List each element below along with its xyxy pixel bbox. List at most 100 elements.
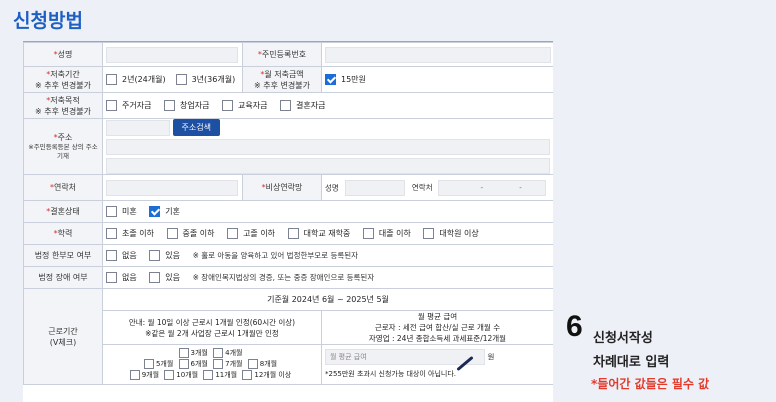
- checkbox[interactable]: [106, 74, 117, 85]
- disability-yes[interactable]: 있음: [149, 272, 180, 283]
- checkbox[interactable]: [164, 100, 175, 111]
- marital-married[interactable]: 기혼: [149, 206, 180, 217]
- savings-purpose-label: *저축목적 ※ 추후 변경불가: [23, 92, 103, 119]
- savings-period-3y[interactable]: 3년(36개월): [175, 74, 235, 85]
- checkbox[interactable]: [106, 228, 117, 239]
- single-parent-label: 법정 한부모 여부: [23, 244, 103, 267]
- avg-salary-note: *255만원 초과시 신청가능 대상이 아닙니다.: [325, 370, 457, 378]
- disability-note: ※ 장애인복지법상의 경증, 또는 중증 장애인으로 등록된자: [192, 273, 375, 282]
- emergency-name-input[interactable]: [345, 179, 406, 196]
- month-12plus-checkbox[interactable]: [242, 370, 253, 380]
- contact-input[interactable]: [106, 179, 238, 196]
- step-description: 차례대로 입력: [593, 355, 670, 370]
- name-label: *성명: [23, 42, 103, 67]
- edu-university-enrolled[interactable]: 대학교 재학중: [287, 228, 350, 239]
- edu-high[interactable]: 고졸 이하: [227, 228, 275, 239]
- row-single-parent: 법정 한부모 여부 없음 있음 ※ 홀로 아동을 양육하고 있어 법정한부모로 …: [23, 244, 553, 267]
- checkbox[interactable]: [222, 100, 233, 111]
- step-number: 6: [566, 310, 583, 343]
- emergency-name-label: 성명: [325, 183, 339, 192]
- work-period-label: 근로기간 (V체크): [23, 288, 103, 385]
- marital-single[interactable]: 미혼: [106, 206, 137, 217]
- checkbox[interactable]: [362, 228, 374, 239]
- purpose-education[interactable]: 교육자금: [222, 100, 267, 111]
- month-3-checkbox[interactable]: [178, 348, 189, 358]
- row-savings-purpose: *저축목적 ※ 추후 변경불가 주거자금 창업자금 교육자금 결혼자금: [23, 92, 553, 119]
- avg-salary-unit: 원: [487, 352, 495, 362]
- checkbox[interactable]: [106, 100, 117, 111]
- marital-label: *결혼상태: [23, 200, 103, 223]
- checkbox[interactable]: [175, 74, 187, 85]
- row-savings-period: *저축기간 ※ 추후 변경불가 2년(24개월) 3년(36개월) *월 저축금액…: [23, 66, 553, 93]
- checkbox-checked[interactable]: [325, 74, 336, 85]
- work-months-options: 3개월 4개월 5개월 6개월 7개월 8개월 9개월 10개월 11개월 12…: [102, 344, 322, 385]
- checkbox-checked[interactable]: [149, 206, 161, 217]
- name-input[interactable]: [106, 46, 238, 63]
- rrn-label: *주민등록번호: [242, 42, 322, 67]
- row-marital: *결혼상태 미혼 기혼: [23, 200, 553, 223]
- edu-middle[interactable]: 중졸 이하: [166, 228, 215, 239]
- purpose-housing[interactable]: 주거자금: [106, 100, 151, 111]
- emergency-phone-label: 연락처: [411, 183, 433, 192]
- education-label: *학력: [23, 222, 103, 245]
- address-label: *주소 ※주민등록등본 상의 주소 기재: [23, 118, 103, 175]
- work-period-guide: 안내: 월 10일 이상 근로시 1개월 인정(60시간 이상) ※같은 월 2…: [102, 310, 322, 345]
- checkbox[interactable]: [280, 100, 291, 111]
- row-work-guide: 안내: 월 10일 이상 근로시 1개월 인정(60시간 이상) ※같은 월 2…: [24, 310, 553, 345]
- monthly-amount-15[interactable]: 15만원: [325, 74, 366, 85]
- row-education: *학력 초졸 이하 중졸 이하 고졸 이하 대학교 재학중 대졸 이하 대학원 …: [23, 222, 553, 245]
- row-name: *성명 *주민등록번호: [23, 42, 553, 67]
- emergency-contact-label: *비상연락망: [242, 174, 322, 201]
- month-10-checkbox[interactable]: [164, 370, 175, 380]
- disability-no[interactable]: 없음: [106, 272, 137, 283]
- single-parent-note: ※ 홀로 아동을 양육하고 있어 법정한부모로 등록된자: [192, 251, 359, 260]
- page-title: 신청방법: [13, 10, 83, 32]
- form-table: *성명 *주민등록번호 *저축기간 ※ 추후 변경불가 2년(24개월) 3년(3…: [23, 42, 553, 385]
- disability-label: 법정 장애 여부: [23, 266, 103, 289]
- avg-salary-input[interactable]: 월 평균 급여: [325, 349, 485, 365]
- month-8-checkbox[interactable]: [247, 359, 258, 369]
- checkbox[interactable]: [423, 228, 435, 239]
- single-parent-yes[interactable]: 있음: [149, 250, 180, 261]
- checkbox[interactable]: [287, 228, 299, 239]
- work-period-range: 기준월 2024년 6월 ~ 2025년 5월: [102, 288, 553, 311]
- checkbox[interactable]: [106, 206, 117, 217]
- edu-graduate[interactable]: 대학원 이상: [423, 228, 479, 239]
- savings-period-label: *저축기간 ※ 추후 변경불가: [23, 66, 103, 93]
- month-11-checkbox[interactable]: [203, 370, 214, 380]
- edu-elementary[interactable]: 초졸 이하: [106, 228, 154, 239]
- purpose-startup[interactable]: 창업자금: [164, 100, 209, 111]
- application-form: *성명 *주민등록번호 *저축기간 ※ 추후 변경불가 2년(24개월) 3년(3…: [23, 41, 553, 402]
- edu-college[interactable]: 대졸 이하: [362, 228, 411, 239]
- savings-period-2y[interactable]: 2년(24개월): [106, 74, 166, 85]
- step-title: 신청서작성: [593, 331, 653, 346]
- address-input[interactable]: [106, 139, 550, 155]
- zipcode-input[interactable]: [106, 119, 170, 136]
- month-6-checkbox[interactable]: [178, 359, 189, 369]
- checkbox[interactable]: [166, 228, 178, 239]
- checkbox[interactable]: [149, 272, 161, 283]
- month-9-checkbox[interactable]: [129, 370, 140, 380]
- contact-label: *연락처: [23, 174, 103, 201]
- rrn-input[interactable]: [325, 46, 551, 63]
- address-detail-input[interactable]: [106, 158, 550, 174]
- checkbox[interactable]: [106, 272, 117, 283]
- purpose-wedding[interactable]: 결혼자금: [280, 100, 325, 111]
- row-address: *주소 ※주민등록등본 상의 주소 기재 주소검색: [23, 118, 553, 175]
- checkbox[interactable]: [106, 250, 117, 261]
- row-work-range: 근로기간 (V체크) 기준월 2024년 6월 ~ 2025년 5월: [23, 288, 553, 385]
- checkbox[interactable]: [149, 250, 161, 261]
- month-7-checkbox[interactable]: [213, 359, 224, 369]
- month-5-checkbox[interactable]: [143, 359, 154, 369]
- month-4-checkbox[interactable]: [213, 348, 224, 358]
- address-search-button[interactable]: 주소검색: [172, 119, 220, 136]
- checkbox[interactable]: [227, 228, 239, 239]
- row-work-months: 3개월 4개월 5개월 6개월 7개월 8개월 9개월 10개월 11개월 12…: [24, 344, 553, 385]
- row-disability: 법정 장애 여부 없음 있음 ※ 장애인복지법상의 경증, 또는 중증 장애인으…: [23, 266, 553, 289]
- single-parent-no[interactable]: 없음: [106, 250, 137, 261]
- monthly-amount-label: *월 저축금액 ※ 추후 변경불가: [242, 66, 322, 93]
- emergency-phone-input[interactable]: - -: [438, 179, 547, 196]
- row-contact: *연락처 *비상연락망 성명 연락처 - -: [23, 174, 553, 201]
- avg-salary-guide: 월 평균 급여 근로자 : 세전 급여 합산/실 근로 개월 수 자영업 : 2…: [321, 310, 553, 345]
- step-required-note: *들어간 값들은 필수 값: [591, 377, 710, 391]
